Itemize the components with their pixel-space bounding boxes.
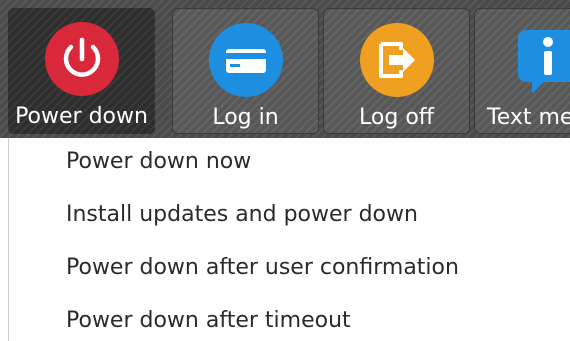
text-me-label: Text me xyxy=(487,105,570,130)
power-down-label: Power down xyxy=(15,104,148,129)
log-in-label: Log in xyxy=(212,105,279,130)
log-in-button[interactable]: Log in xyxy=(172,8,319,134)
info-icon xyxy=(517,30,570,94)
menu-item-timeout[interactable]: Power down after timeout xyxy=(66,303,351,339)
log-off-button[interactable]: Log off xyxy=(323,8,470,134)
menu-item-install-updates[interactable]: Install updates and power down xyxy=(66,197,418,233)
card-icon xyxy=(208,23,283,97)
menu-item-power-down-now[interactable]: Power down now xyxy=(66,144,251,180)
power-down-dropdown-menu: Power down now Install updates and power… xyxy=(8,138,570,341)
logout-arrow-icon xyxy=(359,23,434,97)
menu-item-user-confirmation[interactable]: Power down after user confirmation xyxy=(66,250,459,286)
toolbar: Power down Log in Log off Text me xyxy=(0,0,570,138)
log-off-label: Log off xyxy=(359,105,434,130)
power-icon xyxy=(44,22,119,96)
text-me-button[interactable]: Text me xyxy=(474,8,570,134)
power-down-button[interactable]: Power down xyxy=(8,8,155,134)
